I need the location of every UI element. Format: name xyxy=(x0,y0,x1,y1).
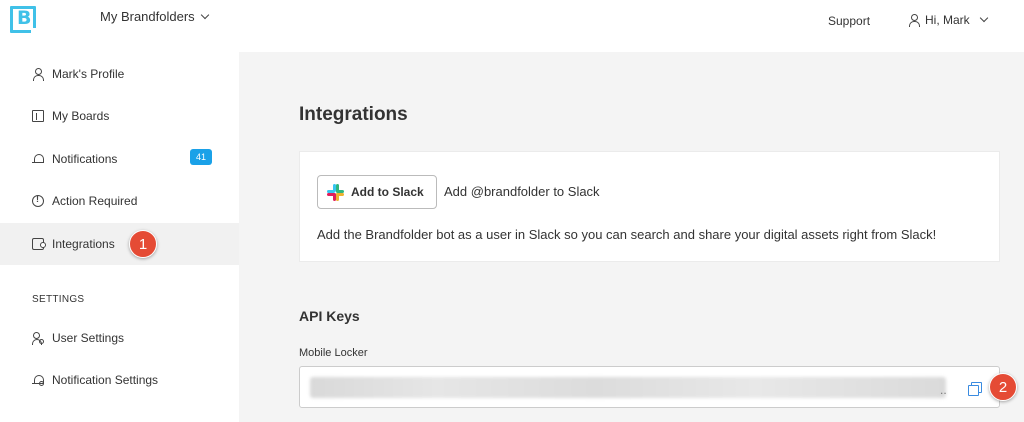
settings-heading: SETTINGS xyxy=(32,294,85,305)
sidebar-item-user-settings[interactable]: User Settings xyxy=(0,317,239,359)
redacted-api-key xyxy=(310,377,946,398)
sidebar-item-label: Notifications xyxy=(52,152,118,166)
add-to-slack-label: Add to Slack xyxy=(351,185,424,199)
key-truncation: .. xyxy=(940,383,947,397)
brandfolder-logo-icon[interactable]: B xyxy=(10,6,39,36)
sidebar-item-label: Action Required xyxy=(52,194,138,208)
board-icon xyxy=(32,110,44,122)
top-bar: B My Brandfolders Support Hi, Mark xyxy=(0,0,1024,52)
user-menu[interactable]: Hi, Mark xyxy=(909,13,988,27)
chevron-down-icon xyxy=(979,13,988,23)
user-greeting: Hi, Mark xyxy=(925,13,970,27)
sidebar-item-label: Mark's Profile xyxy=(52,67,125,81)
notification-count-badge: 41 xyxy=(190,149,212,165)
brandfolders-menu-label: My Brandfolders xyxy=(100,9,195,24)
sidebar-item-integrations[interactable]: Integrations xyxy=(0,223,239,265)
add-to-slack-button[interactable]: Add to Slack xyxy=(317,175,437,209)
api-keys-heading: API Keys xyxy=(299,308,360,324)
user-settings-icon xyxy=(32,332,44,345)
alert-circle-icon xyxy=(32,194,44,207)
bell-icon xyxy=(32,153,44,165)
sidebar-item-boards[interactable]: My Boards xyxy=(0,95,239,137)
bell-settings-icon xyxy=(32,374,44,386)
step-callout-1: 1 xyxy=(129,230,157,258)
puzzle-icon xyxy=(32,238,46,250)
page-title: Integrations xyxy=(299,104,408,125)
mobile-locker-label: Mobile Locker xyxy=(299,347,368,359)
sidebar-item-notification-settings[interactable]: Notification Settings xyxy=(0,359,239,401)
sidebar-item-profile[interactable]: Mark's Profile xyxy=(0,53,239,95)
user-icon xyxy=(32,68,44,81)
step-callout-2: 2 xyxy=(989,373,1017,401)
sidebar: Mark's Profile My Boards Notifications 4… xyxy=(0,52,239,422)
sidebar-item-action-required[interactable]: Action Required xyxy=(0,180,239,222)
user-icon xyxy=(909,14,920,27)
brandfolders-menu[interactable]: My Brandfolders xyxy=(100,9,209,24)
mobile-locker-key-field[interactable]: .. xyxy=(299,366,1000,408)
slack-integration-card: Add to Slack Add @brandfolder to Slack A… xyxy=(299,151,1000,262)
sidebar-item-label: Notification Settings xyxy=(52,373,159,387)
chevron-down-icon xyxy=(200,10,209,19)
copy-icon[interactable] xyxy=(968,382,982,396)
sidebar-item-label: My Boards xyxy=(52,109,110,123)
sidebar-item-label: User Settings xyxy=(52,331,125,345)
slack-logo-icon xyxy=(327,183,344,201)
slack-add-text: Add @brandfolder to Slack xyxy=(444,184,600,199)
support-link[interactable]: Support xyxy=(828,14,870,28)
slack-description: Add the Brandfolder bot as a user in Sla… xyxy=(317,227,937,242)
sidebar-item-label: Integrations xyxy=(52,237,115,251)
